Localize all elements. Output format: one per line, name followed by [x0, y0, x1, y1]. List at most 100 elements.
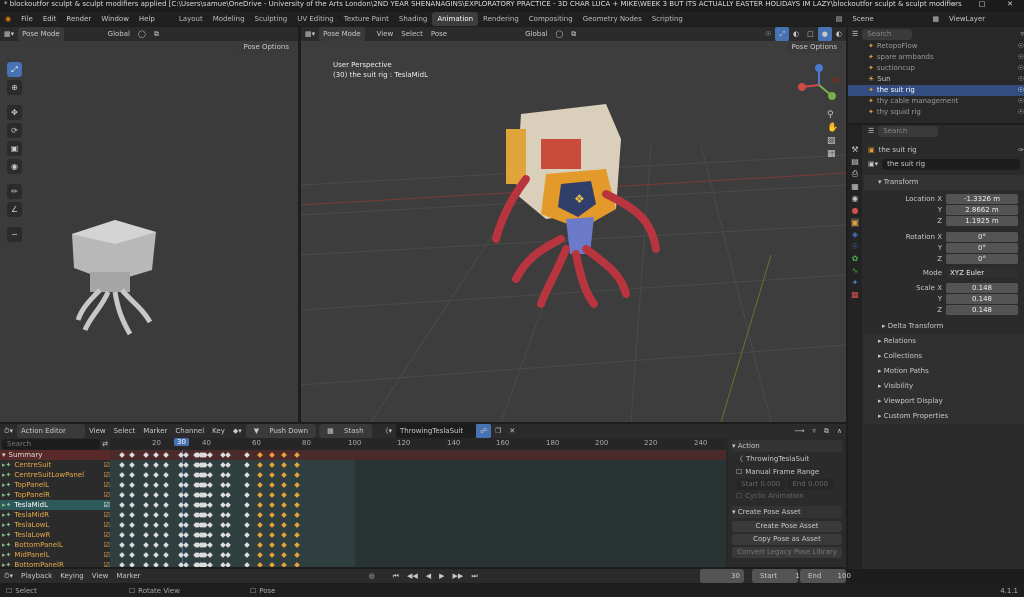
rotation-z-field[interactable]: 0° — [946, 253, 1018, 264]
keyframe[interactable] — [293, 472, 300, 478]
keyframe[interactable] — [224, 542, 231, 548]
timeline-editor-icon[interactable]: ⏱▾ — [0, 569, 17, 583]
keyframe[interactable] — [153, 552, 160, 558]
rotate-icon[interactable]: ⟳ — [7, 123, 22, 138]
keyframe[interactable] — [163, 552, 169, 558]
visibility-icon[interactable]: ☉ — [761, 27, 775, 41]
minimize-button[interactable]: – — [940, 0, 968, 8]
main-viewport[interactable]: ▦▾ Pose Mode View Select Pose Global ◯ ⧉… — [301, 27, 846, 422]
bone-channel[interactable]: ▸✦ CentreSuitLowPanel ☑ — [0, 470, 110, 480]
checkbox-icon[interactable]: ☐ — [736, 492, 742, 500]
keyframe[interactable] — [128, 542, 135, 548]
eye-icon[interactable]: ☉ — [1018, 41, 1024, 52]
snap-icon[interactable]: ⧉ — [820, 424, 833, 438]
outliner-item[interactable]: ✦ suctioncup ☉ — [848, 63, 1024, 74]
eye-icon[interactable]: ☉ — [1018, 74, 1024, 85]
keyframe[interactable] — [143, 452, 150, 458]
convert-legacy-button[interactable]: Convert Legacy Pose Library — [732, 547, 842, 558]
keyframe[interactable] — [256, 512, 263, 518]
props-search-input[interactable]: Search — [878, 125, 939, 137]
close-button[interactable]: ✕ — [996, 0, 1024, 8]
bone-channel[interactable]: ▸✦ TeslaLowL ☑ — [0, 520, 110, 530]
scale-z-field[interactable]: 0.148 — [946, 304, 1018, 315]
keyframe[interactable] — [118, 472, 125, 478]
camera-icon[interactable]: ▧ — [827, 136, 838, 146]
object-name-field[interactable]: the suit rig — [882, 158, 1020, 170]
new-action-icon[interactable]: ❐ — [491, 424, 505, 438]
tab-scripting[interactable]: Scripting — [647, 12, 688, 26]
keyframe[interactable] — [244, 522, 251, 528]
delta-transform-panel[interactable]: ▸ Delta Transform — [864, 319, 1024, 334]
push-down-button[interactable]: ▼ Push Down — [245, 424, 317, 438]
main-pose-options[interactable]: Pose Options — [786, 42, 842, 53]
keyframe[interactable] — [281, 562, 288, 567]
location-x-field[interactable]: -1.3326 m — [946, 193, 1018, 204]
create-pose-asset-button[interactable]: Create Pose Asset — [732, 521, 842, 532]
eye-icon[interactable]: ☉ — [1018, 107, 1024, 118]
summary-channel[interactable]: ▾ Summary — [0, 450, 110, 460]
menu-pose[interactable]: Pose — [427, 27, 451, 41]
keyframe[interactable] — [182, 462, 189, 468]
keyframe[interactable] — [153, 452, 160, 458]
outliner-item[interactable]: ✦ thy squid rig ☉ — [848, 107, 1024, 118]
keyframe[interactable] — [293, 482, 300, 488]
keyframe[interactable] — [281, 542, 288, 548]
keyframe[interactable] — [182, 512, 189, 518]
keyframe[interactable] — [224, 482, 231, 488]
gizmo-icon[interactable]: ⤢ — [775, 27, 790, 41]
bone-channel[interactable]: ▸✦ CentreSuit ☑ — [0, 460, 110, 470]
keyframe[interactable] — [153, 482, 160, 488]
outliner-item[interactable]: ✦ RetopoFlow ☉ — [848, 41, 1024, 52]
filter-icon[interactable]: ▿ — [808, 424, 820, 438]
keyframe[interactable] — [269, 462, 275, 468]
keyframe[interactable] — [207, 482, 214, 488]
keyframe[interactable] — [224, 472, 231, 478]
tab-rendering[interactable]: Rendering — [478, 12, 524, 26]
keyframe[interactable] — [163, 562, 169, 567]
outliner-item[interactable]: ☀ Sun ☉ — [848, 74, 1024, 85]
snap-icon[interactable]: ⧉ — [567, 27, 580, 41]
left-mode-selector[interactable]: Pose Mode — [18, 27, 64, 41]
keyframe[interactable] — [118, 532, 125, 538]
menu-view[interactable]: View — [85, 424, 110, 438]
keyframe[interactable] — [281, 502, 288, 508]
left-viewport[interactable]: ▦▾ Pose Mode Global ◯ ⧉ Pose Options ⤢ ⊕… — [0, 27, 298, 422]
keyframe[interactable] — [293, 562, 300, 567]
proportional-icon[interactable]: ∧ — [833, 424, 846, 438]
keyframe[interactable] — [143, 552, 150, 558]
keyframe[interactable] — [207, 542, 214, 548]
keyframe[interactable] — [128, 482, 135, 488]
keyframe[interactable] — [244, 542, 251, 548]
timeline-end-field[interactable]: End 100 — [800, 569, 851, 583]
copy-pose-asset-button[interactable]: Copy Pose as Asset — [732, 534, 842, 545]
cursor-icon[interactable]: ⊕ — [7, 80, 22, 95]
keyframe[interactable] — [163, 482, 169, 488]
keyframe[interactable] — [207, 552, 214, 558]
keyframe[interactable] — [207, 452, 214, 458]
select-box-icon[interactable]: ⤢ — [7, 62, 22, 77]
props-editor-icon[interactable]: ☰ — [868, 127, 874, 135]
collections-panel[interactable]: ▸ Collections — [864, 349, 1024, 364]
snap-icon[interactable]: ⧉ — [150, 27, 163, 41]
keyframe[interactable] — [182, 552, 189, 558]
shading-material-icon[interactable]: ◐ — [832, 27, 846, 41]
zoom-icon[interactable]: ⚲ — [827, 110, 838, 120]
filter-icon[interactable]: ▿ — [1020, 30, 1024, 38]
keyframe[interactable] — [128, 532, 135, 538]
keyframe[interactable] — [256, 532, 263, 538]
keyframe[interactable] — [256, 452, 263, 458]
keyframe[interactable] — [153, 542, 160, 548]
keyframe[interactable] — [153, 492, 160, 498]
output-tab-icon[interactable]: ⎙ — [852, 169, 858, 179]
keyframe[interactable] — [293, 552, 300, 558]
menu-select[interactable]: Select — [397, 27, 427, 41]
keyframe[interactable] — [256, 502, 263, 508]
editor-type-icon[interactable]: ▦▾ — [301, 27, 319, 41]
menu-edit[interactable]: Edit — [38, 12, 62, 26]
keyframe[interactable] — [153, 462, 160, 468]
keyframe[interactable] — [163, 452, 169, 458]
keyframe[interactable] — [143, 502, 150, 508]
keyframe[interactable] — [244, 472, 251, 478]
keyframe[interactable] — [224, 522, 231, 528]
scale-x-field[interactable]: 0.148 — [946, 282, 1018, 293]
